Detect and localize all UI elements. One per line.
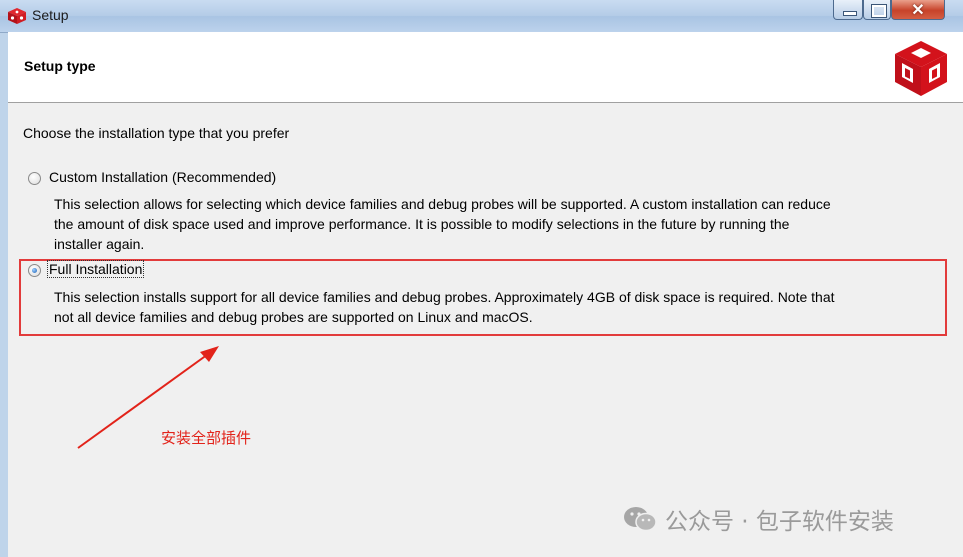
title-bar[interactable]: Setup ✕ [0,0,963,33]
custom-installation-label[interactable]: Custom Installation (Recommended) [49,169,276,185]
description-line: This selection allows for selecting whic… [54,196,831,212]
close-button[interactable]: ✕ [891,0,945,20]
watermark: 公众号 · 包子软件安装 [623,502,894,536]
setup-window: Setup ✕ Setup type Choose the installati… [0,0,963,557]
watermark-text: 公众号 · 包子软件安装 [665,509,894,535]
full-installation-radio[interactable] [28,264,41,277]
custom-installation-description: This selection allows for selecting whic… [54,194,831,254]
close-icon: ✕ [911,2,925,19]
client-area: Setup type Choose the installation type … [8,32,963,557]
red-cube-logo [895,41,947,96]
full-installation-description: This selection installs support for all … [54,287,835,327]
minimize-button[interactable] [833,0,863,20]
page-title: Setup type [24,58,96,74]
maximize-icon [871,4,887,18]
minimize-icon [843,11,857,16]
instruction-text: Choose the installation type that you pr… [23,125,290,141]
description-line: not all device families and debug probes… [54,309,533,325]
wechat-icon [624,507,657,532]
maximize-button[interactable] [863,0,891,20]
description-line: the amount of disk space used and improv… [54,216,790,232]
app-cube-icon [8,8,26,24]
full-installation-label[interactable]: Full Installation [47,260,145,278]
window-title: Setup [32,7,69,23]
wizard-header: Setup type [8,32,963,103]
annotation-text: 安装全部插件 [161,429,252,447]
full-installation-label-text: Full Installation [47,260,145,278]
custom-installation-radio[interactable] [28,172,41,185]
description-line: installer again. [54,236,145,252]
description-line: This selection installs support for all … [54,289,835,305]
